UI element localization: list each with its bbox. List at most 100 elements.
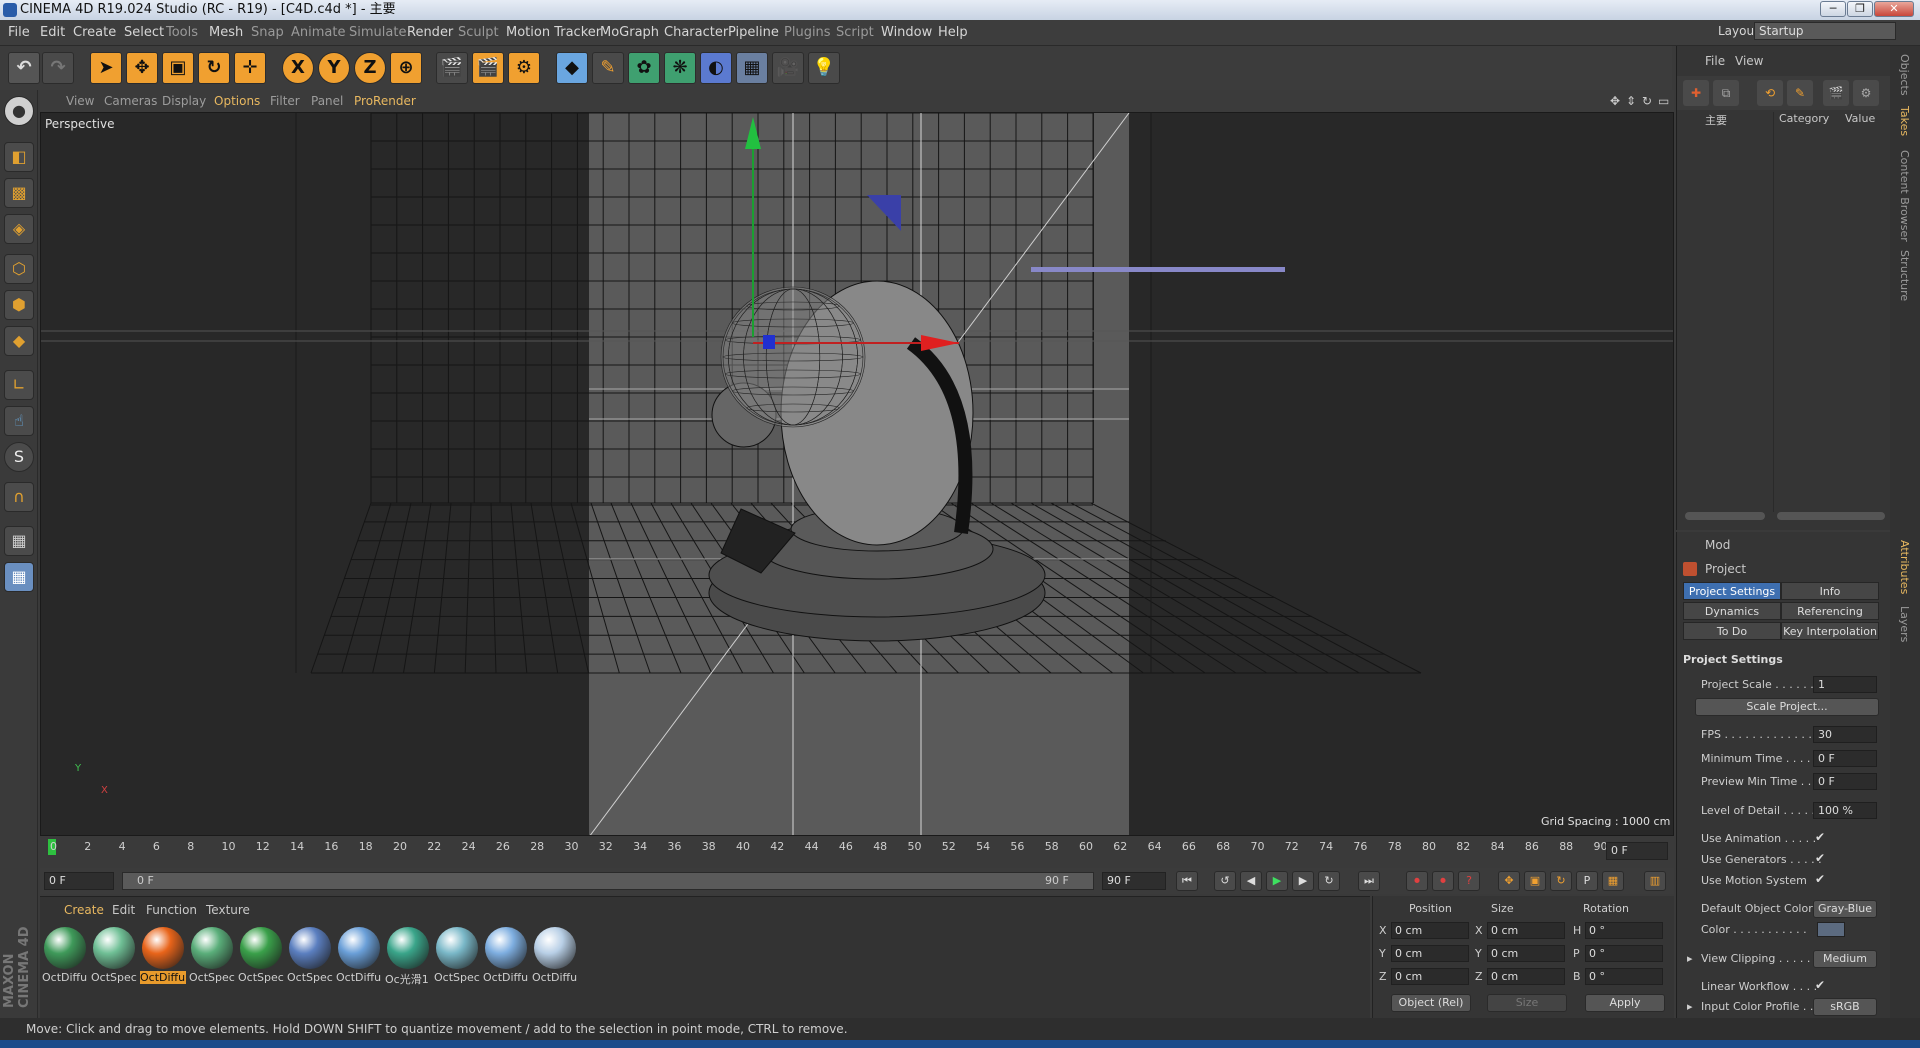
tab-layers[interactable]: Layers xyxy=(1898,606,1911,642)
takes-scrollbar-left[interactable] xyxy=(1685,512,1765,520)
auto-take-icon[interactable]: ⟲ xyxy=(1757,80,1783,106)
menu-pipeline[interactable]: Pipeline xyxy=(728,25,779,40)
workplane-icon[interactable]: ◈ xyxy=(4,214,34,244)
mat-menu-create[interactable]: Create xyxy=(64,903,104,917)
clone-take-icon[interactable]: ⧉ xyxy=(1713,80,1739,106)
material-swatch[interactable]: OctSpec xyxy=(91,925,137,987)
override-icon[interactable]: ✎ xyxy=(1787,80,1813,106)
project-scale-field[interactable]: 1 xyxy=(1813,676,1877,693)
tab-dynamics[interactable]: Dynamics xyxy=(1683,602,1781,620)
size-z-field[interactable]: 0 cm xyxy=(1487,968,1565,985)
coord-mode-select[interactable]: Object (Rel) xyxy=(1391,994,1471,1012)
menu-file[interactable]: File xyxy=(8,25,30,40)
timeline-ruler[interactable]: 0 2 4 6 8 10 12 14 16 18 20 22 24 26 28 30 32 34 36 38 40 42 4… xyxy=(40,836,1674,868)
autokey-icon[interactable]: ⏺ xyxy=(1432,871,1454,891)
rotate-tool-icon[interactable]: ↻ xyxy=(198,52,230,84)
preview-min-field[interactable]: 0 F xyxy=(1813,773,1877,790)
menu-animate[interactable]: Animate xyxy=(291,25,345,40)
vp-menu-panel[interactable]: Panel xyxy=(311,94,343,108)
scale-tool-icon[interactable]: ▣ xyxy=(162,52,194,84)
vp-zoom-icon[interactable]: ⇕ xyxy=(1626,94,1636,108)
tab-takes[interactable]: Takes xyxy=(1898,106,1911,136)
timeline-window-icon[interactable]: ▥ xyxy=(1644,871,1666,891)
vp-move-icon[interactable]: ✥ xyxy=(1610,94,1620,108)
tab-structure[interactable]: Structure xyxy=(1898,250,1911,301)
x-axis-button[interactable]: X xyxy=(282,52,314,84)
minimize-button[interactable]: ─ xyxy=(1820,1,1846,17)
objects-menu-file[interactable]: File xyxy=(1705,54,1725,68)
menu-select[interactable]: Select xyxy=(124,25,164,40)
play-icon[interactable]: ▶ xyxy=(1266,871,1288,891)
vp-menu-filter[interactable]: Filter xyxy=(270,94,300,108)
cube-icon[interactable]: ◆ xyxy=(556,52,588,84)
color-profile-expander[interactable]: ▸ xyxy=(1687,1000,1693,1013)
tab-attributes[interactable]: Attributes xyxy=(1898,540,1911,594)
key-position-icon[interactable]: ✥ xyxy=(1498,871,1520,891)
close-button[interactable]: ✕ xyxy=(1874,1,1914,17)
locked-workplane-icon[interactable]: ▦ xyxy=(4,526,34,556)
menu-simulate[interactable]: Simulate xyxy=(349,25,406,40)
menu-render[interactable]: Render xyxy=(407,25,453,40)
menu-edit[interactable]: Edit xyxy=(40,25,65,40)
key-scale-icon[interactable]: ▣ xyxy=(1524,871,1546,891)
fps-field[interactable]: 30 xyxy=(1813,726,1877,743)
camera-icon[interactable]: 🎥 xyxy=(772,52,804,84)
tab-todo[interactable]: To Do xyxy=(1683,622,1781,640)
record-icon[interactable]: ⏺ xyxy=(1406,871,1428,891)
menu-mesh[interactable]: Mesh xyxy=(209,25,243,40)
menu-help[interactable]: Help xyxy=(938,25,968,40)
prev-frame-icon[interactable]: ◀ xyxy=(1240,871,1262,891)
rot-h-field[interactable]: 0 ° xyxy=(1585,922,1663,939)
menu-create[interactable]: Create xyxy=(73,25,116,40)
scale-project-button[interactable]: Scale Project... xyxy=(1695,698,1879,716)
perspective-viewport[interactable]: Perspective Grid Spacing : 1000 cm X Y xyxy=(40,112,1674,836)
use-motion-checkbox[interactable]: ✔ xyxy=(1815,872,1825,886)
tab-objects[interactable]: Objects xyxy=(1898,54,1911,96)
menu-snap[interactable]: Snap xyxy=(251,25,284,40)
next-key-icon[interactable]: ↻ xyxy=(1318,871,1340,891)
redo-icon[interactable]: ↷ xyxy=(42,52,74,84)
render-take-icon[interactable]: 🎬 xyxy=(1823,80,1849,106)
material-swatch[interactable]: OctSpec xyxy=(189,925,235,987)
keyframe-selection-icon[interactable]: ? xyxy=(1458,871,1480,891)
vp-rotate-icon[interactable]: ↻ xyxy=(1642,94,1652,108)
tab-content-browser[interactable]: Content Browser xyxy=(1898,150,1911,242)
move-tool-icon[interactable]: ✥ xyxy=(126,52,158,84)
view-clipping-expander[interactable]: ▸ xyxy=(1687,952,1693,965)
select-tool-icon[interactable]: ➤ xyxy=(90,52,122,84)
goto-end-icon[interactable]: ⏭ xyxy=(1358,871,1380,891)
start-frame-field[interactable]: 0 F xyxy=(44,872,114,890)
material-swatch[interactable]: OctSpec xyxy=(434,925,480,987)
lod-field[interactable]: 100 % xyxy=(1813,802,1877,819)
size-mode-select[interactable]: Size xyxy=(1487,994,1567,1012)
default-color-select[interactable]: Gray-Blue xyxy=(1813,900,1877,918)
light-icon[interactable]: 💡 xyxy=(808,52,840,84)
rot-p-field[interactable]: 0 ° xyxy=(1585,945,1663,962)
next-frame-icon[interactable]: ▶ xyxy=(1292,871,1314,891)
render-picture-viewer-icon[interactable]: 🎬 xyxy=(472,52,504,84)
preview-range-slider[interactable]: 0 F 90 F xyxy=(122,872,1094,890)
z-axis-button[interactable]: Z xyxy=(354,52,386,84)
layout-select[interactable]: Startup xyxy=(1754,22,1896,40)
end-frame-field[interactable]: 90 F xyxy=(1102,872,1166,890)
render-settings-icon[interactable]: ⚙ xyxy=(508,52,540,84)
mat-menu-texture[interactable]: Texture xyxy=(206,903,250,917)
add-take-icon[interactable]: ✚ xyxy=(1683,80,1709,106)
objects-menu-view[interactable]: View xyxy=(1735,54,1763,68)
vp-menu-cameras[interactable]: Cameras xyxy=(104,94,157,108)
apply-button[interactable]: Apply xyxy=(1585,994,1665,1012)
min-time-field[interactable]: 0 F xyxy=(1813,750,1877,767)
texture-mode-icon[interactable]: ▩ xyxy=(4,178,34,208)
array-icon[interactable]: ❋ xyxy=(664,52,696,84)
mat-menu-edit[interactable]: Edit xyxy=(112,903,135,917)
vp-menu-view[interactable]: View xyxy=(66,94,94,108)
key-param-icon[interactable]: P xyxy=(1576,871,1598,891)
size-x-field[interactable]: 0 cm xyxy=(1487,922,1565,939)
pos-z-field[interactable]: 0 cm xyxy=(1391,968,1469,985)
menu-plugins[interactable]: Plugins xyxy=(784,25,831,40)
tab-key-interpolation[interactable]: Key Interpolation xyxy=(1781,622,1879,640)
render-view-icon[interactable]: 🎬 xyxy=(436,52,468,84)
undo-icon[interactable]: ↶ xyxy=(8,52,40,84)
material-swatch[interactable]: OctDiffu xyxy=(336,925,382,987)
pen-spline-icon[interactable]: ✎ xyxy=(592,52,624,84)
